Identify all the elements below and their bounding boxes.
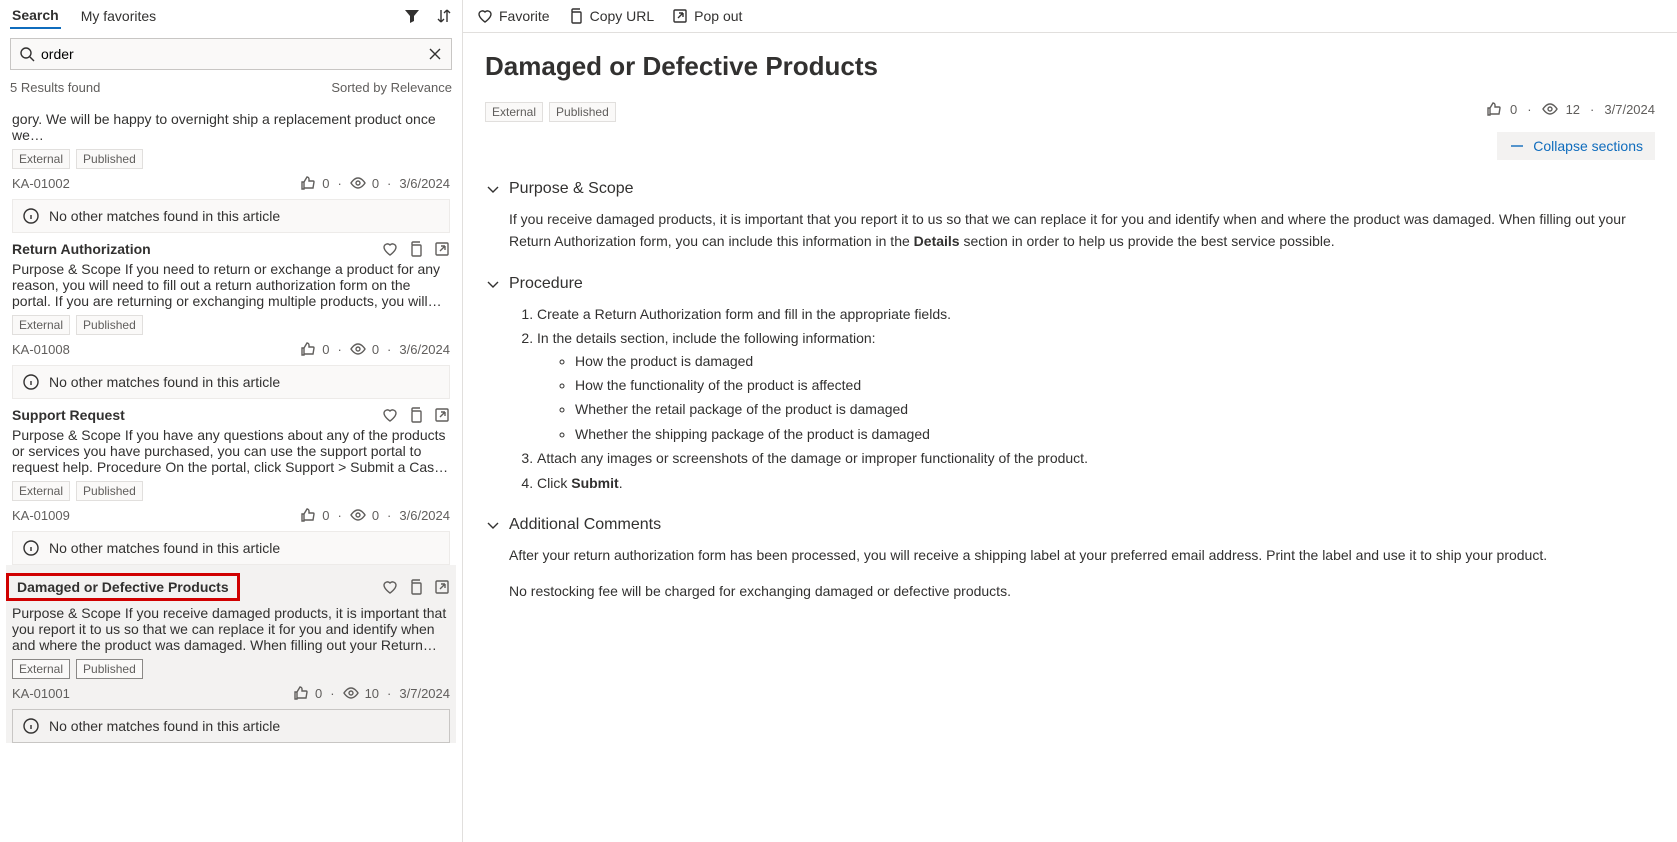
result-title: Damaged or Defective Products bbox=[6, 573, 240, 601]
clear-search-icon[interactable] bbox=[427, 46, 443, 62]
result-item[interactable]: Support Request Purpose & Scope If you h… bbox=[6, 399, 456, 565]
no-other-matches: No other matches found in this article bbox=[12, 365, 450, 399]
pop-out-icon bbox=[672, 8, 688, 24]
tab-search[interactable]: Search bbox=[10, 3, 61, 29]
badge: Published bbox=[76, 481, 143, 501]
result-id: KA-01009 bbox=[12, 508, 70, 523]
badge: Published bbox=[76, 315, 143, 335]
badge: External bbox=[12, 481, 70, 501]
result-stats: 0 · 0 · 3/6/2024 bbox=[300, 341, 450, 357]
like-icon bbox=[293, 685, 309, 701]
results-list[interactable]: gory. We will be happy to overnight ship… bbox=[0, 99, 462, 842]
heart-icon[interactable] bbox=[382, 407, 398, 423]
copy-icon[interactable] bbox=[408, 579, 424, 595]
copy-url-action[interactable]: Copy URL bbox=[568, 8, 655, 24]
copy-icon bbox=[568, 8, 584, 24]
no-other-matches: No other matches found in this article bbox=[12, 199, 450, 233]
copy-icon[interactable] bbox=[408, 407, 424, 423]
section-header[interactable]: Additional Comments bbox=[485, 516, 1655, 534]
results-count: 5 Results found bbox=[10, 80, 100, 95]
like-icon bbox=[300, 341, 316, 357]
views-icon bbox=[1542, 101, 1558, 117]
badge: External bbox=[12, 315, 70, 335]
search-input[interactable] bbox=[35, 46, 427, 62]
result-stats: 0 · 10 · 3/7/2024 bbox=[293, 685, 450, 701]
search-box bbox=[10, 38, 452, 70]
badge-external: External bbox=[485, 102, 543, 122]
article-content: Damaged or Defective Products External P… bbox=[463, 33, 1677, 643]
result-snippet: Purpose & Scope If you receive damaged p… bbox=[12, 605, 450, 653]
section-heading-text: Purpose & Scope bbox=[509, 180, 634, 198]
result-title: Support Request bbox=[12, 407, 125, 423]
badge: External bbox=[12, 149, 70, 169]
tab-favorites[interactable]: My favorites bbox=[79, 4, 158, 28]
copy-icon[interactable] bbox=[408, 241, 424, 257]
badge: Published bbox=[76, 659, 143, 679]
article-section: Purpose & Scope If you receive damaged p… bbox=[485, 180, 1655, 253]
article-section: Procedure Create a Return Authorization … bbox=[485, 275, 1655, 494]
chevron-down-icon bbox=[485, 181, 501, 197]
result-item[interactable]: gory. We will be happy to overnight ship… bbox=[6, 99, 456, 233]
section-header[interactable]: Purpose & Scope bbox=[485, 180, 1655, 198]
pop-out-action[interactable]: Pop out bbox=[672, 8, 742, 24]
heart-icon[interactable] bbox=[382, 241, 398, 257]
section-body: If you receive damaged products, it is i… bbox=[485, 208, 1655, 253]
pop-out-icon[interactable] bbox=[434, 579, 450, 595]
badge: Published bbox=[76, 149, 143, 169]
article-badges: External Published bbox=[485, 102, 616, 122]
favorite-action[interactable]: Favorite bbox=[477, 8, 550, 24]
search-tabs: Search My favorites bbox=[0, 0, 462, 32]
collapse-sections-button[interactable]: Collapse sections bbox=[1497, 132, 1655, 160]
right-panel: Favorite Copy URL Pop out Damaged or Def… bbox=[463, 0, 1677, 842]
pop-out-icon[interactable] bbox=[434, 241, 450, 257]
heart-icon[interactable] bbox=[382, 579, 398, 595]
left-panel: Search My favorites 5 Results found Sort… bbox=[0, 0, 463, 842]
heart-icon bbox=[477, 8, 493, 24]
result-id: KA-01002 bbox=[12, 176, 70, 191]
section-heading-text: Procedure bbox=[509, 275, 583, 293]
result-item[interactable]: Damaged or Defective Products Purpose & … bbox=[6, 565, 456, 743]
like-icon bbox=[1486, 101, 1502, 117]
result-snippet: Purpose & Scope If you need to return or… bbox=[12, 261, 450, 309]
article-actions: Favorite Copy URL Pop out bbox=[463, 0, 1677, 33]
views-icon bbox=[343, 685, 359, 701]
pop-out-icon[interactable] bbox=[434, 407, 450, 423]
info-icon bbox=[23, 374, 39, 390]
result-stats: 0 · 0 · 3/6/2024 bbox=[300, 507, 450, 523]
views-icon bbox=[350, 175, 366, 191]
collapse-icon bbox=[1509, 138, 1525, 154]
result-snippet: Purpose & Scope If you have any question… bbox=[12, 427, 450, 475]
chevron-down-icon bbox=[485, 517, 501, 533]
section-heading-text: Additional Comments bbox=[509, 516, 661, 534]
views-icon bbox=[350, 341, 366, 357]
article-stats: 0 · 12 · 3/7/2024 bbox=[1486, 101, 1655, 117]
result-title: Return Authorization bbox=[12, 241, 151, 257]
like-icon bbox=[300, 507, 316, 523]
info-icon bbox=[23, 540, 39, 556]
badge-published: Published bbox=[549, 102, 616, 122]
section-body: After your return authorization form has… bbox=[485, 544, 1655, 603]
info-icon bbox=[23, 208, 39, 224]
no-other-matches: No other matches found in this article bbox=[12, 709, 450, 743]
results-header: 5 Results found Sorted by Relevance bbox=[0, 76, 462, 99]
sort-icon[interactable] bbox=[436, 8, 452, 24]
search-icon bbox=[19, 46, 35, 62]
sorted-by: Sorted by Relevance bbox=[331, 80, 452, 95]
result-item[interactable]: Return Authorization Purpose & Scope If … bbox=[6, 233, 456, 399]
result-stats: 0 · 0 · 3/6/2024 bbox=[300, 175, 450, 191]
views-icon bbox=[350, 507, 366, 523]
no-other-matches: No other matches found in this article bbox=[12, 531, 450, 565]
like-icon bbox=[300, 175, 316, 191]
result-id: KA-01008 bbox=[12, 342, 70, 357]
section-header[interactable]: Procedure bbox=[485, 275, 1655, 293]
chevron-down-icon bbox=[485, 276, 501, 292]
badge: External bbox=[12, 659, 70, 679]
info-icon bbox=[23, 718, 39, 734]
filter-icon[interactable] bbox=[404, 8, 420, 24]
article-section: Additional Comments After your return au… bbox=[485, 516, 1655, 603]
result-id: KA-01001 bbox=[12, 686, 70, 701]
section-body: Create a Return Authorization form and f… bbox=[485, 303, 1655, 494]
article-title: Damaged or Defective Products bbox=[485, 51, 1655, 82]
result-snippet: gory. We will be happy to overnight ship… bbox=[12, 111, 450, 143]
